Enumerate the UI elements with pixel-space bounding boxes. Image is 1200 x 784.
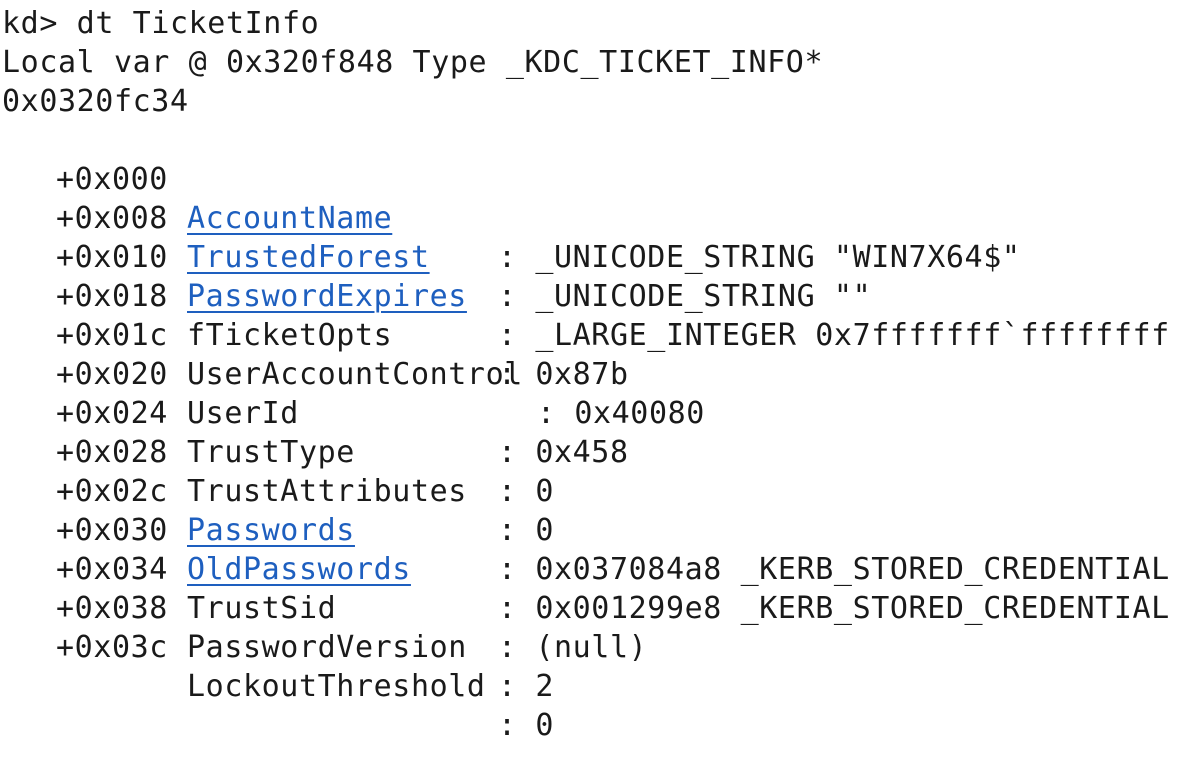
field-row-old-passwords: +0x030 OldPasswords : 0x001299e8 _KERB_S…	[0, 472, 1169, 626]
field-value: : 0	[498, 474, 554, 509]
field-row-trust-type: +0x024 TrustType : 0	[0, 355, 553, 509]
field-value: : 0	[498, 708, 554, 743]
field-value: : 0	[498, 513, 554, 548]
field-name: TrustSid	[187, 591, 337, 626]
command-text: dt TicketInfo	[76, 6, 320, 41]
command-line: kd> dt TicketInfo	[2, 4, 319, 43]
field-value: : 2	[498, 669, 554, 704]
prompt: kd>	[2, 6, 58, 41]
field-row-lockout-threshold: +0x03c LockoutThreshold : 0	[0, 589, 553, 743]
field-row-ticket-opts: +0x018 fTicketOpts : 0x87b	[0, 238, 628, 392]
field-value: : 0x001299e8 _KERB_STORED_CREDENTIAL	[498, 591, 1170, 626]
field-row-account-name: +0x000 AccountName : _UNICODE_STRING "WI…	[0, 121, 1020, 275]
field-row-user-id: +0x020 UserId : 0x458	[0, 316, 628, 470]
field-name-link[interactable]: Passwords	[187, 511, 355, 550]
field-row-trust-sid: +0x034 TrustSid : (null)	[0, 511, 647, 665]
field-name: TrustType	[187, 435, 355, 470]
field-row-passwords: +0x02c Passwords : 0x037084a8 _KERB_STOR…	[0, 433, 1169, 587]
field-value: : _LARGE_INTEGER 0x7fffffff`ffffffff	[498, 318, 1170, 353]
field-row-password-version: +0x038 PasswordVersion : 2	[0, 550, 553, 704]
field-name-link[interactable]: OldPasswords	[187, 550, 411, 589]
field-value: : 0x40080	[537, 396, 705, 431]
field-name: UserAccountControl	[187, 357, 523, 392]
field-name-link[interactable]: PasswordExpires	[187, 277, 467, 316]
local-var-line: Local var @ 0x320f848 Type _KDC_TICKET_I…	[2, 45, 824, 80]
field-name: fTicketOpts	[187, 318, 393, 353]
field-value: : (null)	[498, 630, 648, 665]
field-value: : _UNICODE_STRING ""	[498, 279, 872, 314]
field-name: UserId	[187, 396, 299, 431]
address-line: 0x0320fc34	[2, 84, 189, 119]
field-offset: +0x03c	[56, 630, 168, 665]
field-row-password-expires: +0x010 PasswordExpires : _LARGE_INTEGER …	[0, 199, 1169, 353]
field-row-trusted-forest: +0x008 TrustedForest : _UNICODE_STRING "…	[0, 160, 871, 314]
field-name-link[interactable]: AccountName	[187, 199, 392, 238]
field-name: LockoutThreshold	[187, 669, 486, 704]
debugger-output: kd> dt TicketInfo Local var @ 0x320f848 …	[0, 0, 1200, 743]
field-name-link[interactable]: TrustedForest	[187, 238, 430, 277]
field-value: : 0x458	[498, 435, 629, 470]
field-value: : 0x037084a8 _KERB_STORED_CREDENTIAL	[498, 552, 1170, 587]
field-row-trust-attributes: +0x028 TrustAttributes : 0	[0, 394, 553, 548]
field-row-user-account-control: +0x01c UserAccountControl : 0x40080	[0, 277, 704, 431]
field-name: TrustAttributes	[187, 474, 467, 509]
field-name: PasswordVersion	[187, 630, 467, 665]
field-value: : _UNICODE_STRING "WIN7X64$"	[498, 240, 1021, 275]
